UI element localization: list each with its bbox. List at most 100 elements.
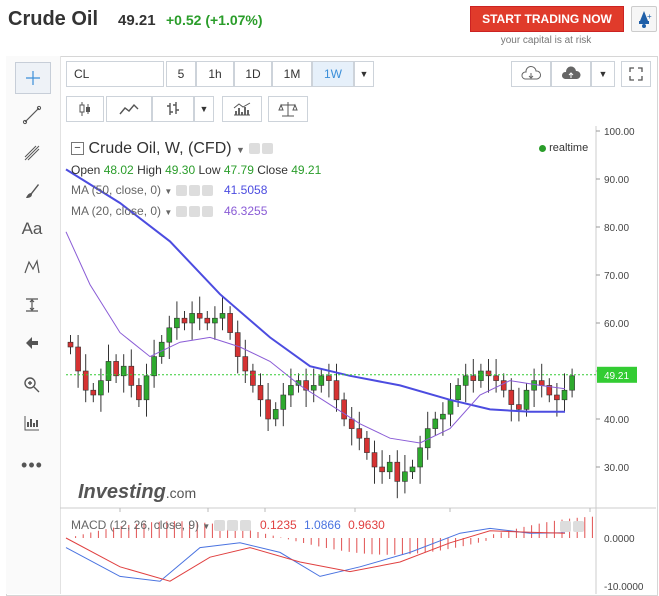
gear-icon[interactable]	[188, 206, 200, 218]
candle	[554, 394, 560, 401]
chevron-down-icon: ▼	[199, 104, 209, 114]
interval-1d[interactable]: 1D	[234, 61, 272, 87]
volume-bars-icon	[24, 416, 39, 431]
eye-icon[interactable]	[249, 143, 261, 155]
low-value: 47.79	[223, 163, 254, 177]
symbol-input[interactable]: CL	[66, 61, 164, 87]
watermark-brand: Investing	[78, 481, 166, 503]
ma50-value: 41.5058	[224, 183, 268, 197]
brush-tool[interactable]	[15, 176, 49, 206]
macd-y-tick-label: 0.0000	[604, 534, 635, 545]
ma20-legend: MA (20, close, 0) ▼ 46.3255	[71, 204, 267, 218]
chevron-down-icon[interactable]: ▼	[236, 145, 245, 155]
remove-drawings-tool[interactable]	[15, 328, 49, 358]
candle	[242, 356, 249, 372]
gear-icon[interactable]	[188, 185, 200, 197]
interval-1w[interactable]: 1W	[312, 61, 354, 87]
instrument-title: Crude Oil	[8, 8, 99, 30]
gear-icon[interactable]	[226, 520, 238, 532]
arrow-left-icon	[26, 337, 38, 349]
move-up-icon[interactable]	[560, 521, 571, 533]
candle	[174, 317, 180, 329]
candle	[402, 471, 408, 482]
alert-bell-icon: +	[639, 11, 652, 28]
y-tick-label: 90.00	[604, 175, 629, 186]
candle	[318, 375, 325, 386]
candle	[196, 313, 203, 319]
eye-icon[interactable]	[175, 185, 187, 197]
alert-button[interactable]: +	[631, 6, 657, 32]
chart-style-dropdown[interactable]: ▼	[194, 96, 214, 122]
candle	[272, 409, 279, 420]
indicators-button[interactable]	[222, 96, 262, 122]
candle	[493, 375, 499, 381]
candle	[265, 399, 271, 420]
chevron-down-icon[interactable]: ▼	[164, 187, 172, 196]
candle	[189, 313, 195, 324]
zoom-icon	[24, 377, 40, 393]
crosshair-tool[interactable]	[15, 62, 51, 94]
watermark-tld: .com	[165, 485, 197, 501]
cloud-upload-button[interactable]	[551, 61, 591, 87]
candle	[356, 428, 363, 439]
fib-tool[interactable]	[15, 138, 49, 168]
interval-1h[interactable]: 1h	[196, 61, 234, 87]
candle	[98, 380, 104, 396]
interval-1m[interactable]: 1M	[272, 61, 312, 87]
candle	[462, 375, 469, 386]
collapse-icon[interactable]: −	[71, 142, 84, 156]
interval-dropdown[interactable]: ▼	[354, 61, 374, 87]
chart-title-row: − Crude Oil, W, (CFD) ▼	[71, 140, 275, 158]
chart-type-tool[interactable]	[15, 408, 49, 438]
close-icon[interactable]	[201, 185, 213, 197]
chevron-down-icon[interactable]: ▼	[202, 522, 210, 531]
pattern-tool[interactable]	[15, 252, 49, 282]
trendline-tool[interactable]	[15, 100, 49, 130]
candle	[561, 389, 568, 401]
open-value: 48.02	[103, 163, 134, 177]
close-icon[interactable]	[239, 520, 251, 532]
candle	[440, 413, 446, 420]
candle	[348, 418, 355, 429]
bars-button[interactable]	[152, 96, 194, 122]
realtime-status: realtime	[539, 142, 588, 154]
high-value: 49.30	[165, 163, 196, 177]
candle	[227, 313, 233, 333]
candle	[67, 341, 74, 348]
price-change: +0.52 (+1.07%)	[166, 12, 263, 28]
measure-tool[interactable]	[15, 290, 49, 320]
candle	[90, 389, 97, 396]
ohlc-bars-icon	[167, 102, 179, 115]
eye-icon[interactable]	[213, 520, 225, 532]
y-tick-label: 70.00	[604, 271, 629, 282]
close-icon[interactable]	[201, 206, 213, 218]
text-tool[interactable]: Aa	[15, 214, 49, 244]
drawing-toolbar: Aa •••	[6, 56, 61, 594]
candle	[128, 365, 135, 386]
ma20-value: 46.3255	[224, 204, 268, 218]
macd-legend: MACD (12, 26, close, 9) ▼ 0.1235 1.0866 …	[71, 518, 385, 532]
interval-5[interactable]: 5	[166, 61, 196, 87]
zoom-tool[interactable]	[15, 370, 49, 400]
start-trading-button[interactable]: START TRADING NOW	[470, 6, 624, 32]
cloud-download-icon	[521, 65, 541, 80]
gear-icon[interactable]	[262, 143, 274, 155]
eye-icon[interactable]	[175, 206, 187, 218]
fullscreen-button[interactable]	[621, 61, 651, 87]
candle	[569, 375, 575, 391]
macd-y-tick-label: -10.0000	[604, 582, 644, 593]
area-button[interactable]	[106, 96, 152, 122]
move-down-icon[interactable]	[573, 521, 584, 533]
compare-button[interactable]	[268, 96, 308, 122]
realtime-label: realtime	[549, 142, 589, 154]
more-tools[interactable]: •••	[15, 450, 49, 480]
chevron-down-icon[interactable]: ▼	[164, 208, 172, 217]
cloud-download-button[interactable]	[511, 61, 551, 87]
candles-button[interactable]	[66, 96, 104, 122]
cloud-dropdown[interactable]: ▼	[591, 61, 615, 87]
chart-title: Crude Oil, W, (CFD)	[88, 140, 232, 157]
ma50-label: MA (50, close, 0)	[71, 183, 162, 197]
y-tick-label: 100.00	[604, 127, 635, 138]
crosshair-icon	[26, 71, 40, 85]
candle	[75, 346, 81, 372]
